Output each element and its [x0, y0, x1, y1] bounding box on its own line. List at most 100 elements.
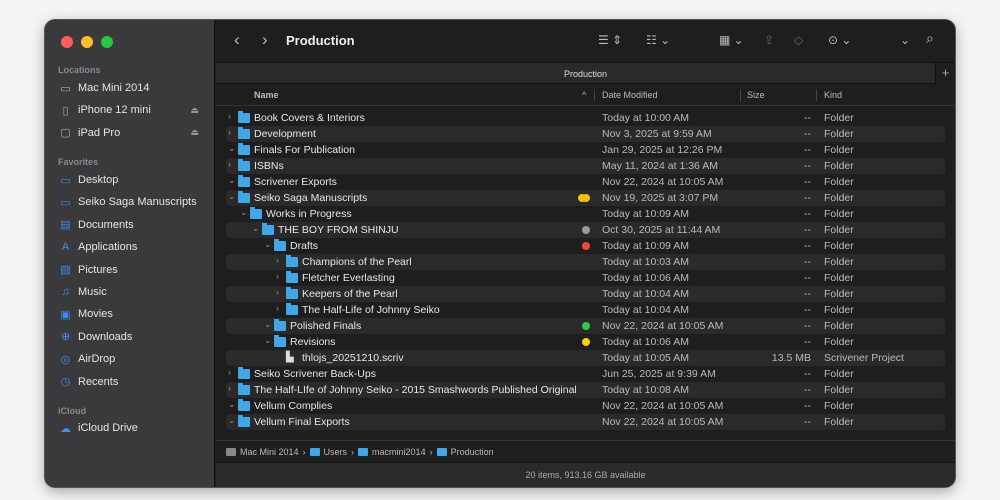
- file-row[interactable]: ⌄ Works in Progress Today at 10:09 AM -- Fol…: [226, 206, 945, 222]
- file-row[interactable]: › ISBNs May 11, 2024 at 1:36 AM -- Folder: [226, 158, 945, 174]
- file-size: --: [804, 112, 811, 124]
- file-row[interactable]: › Seiko Scrivener Back-Ups Jun 25, 2025 at…: [226, 366, 945, 382]
- sidebar-item-iphone-12-mini[interactable]: ▯ iPhone 12 mini ⏏: [59, 100, 209, 120]
- chevron-down-icon[interactable]: ⌄: [228, 191, 236, 202]
- file-row[interactable]: › Development Nov 3, 2025 at 9:59 AM -- Fold…: [226, 126, 945, 142]
- file-row[interactable]: ⌄ Vellum Final Exports Nov 22, 2024 at 10:…: [226, 414, 945, 430]
- file-row[interactable]: ⌄ Revisions Today at 10:06 AM -- Folder: [226, 334, 945, 350]
- back-button[interactable]: ‹: [234, 30, 240, 50]
- sidebar-item-applications[interactable]: A Applications: [59, 237, 209, 257]
- file-row[interactable]: ⌄ Vellum Complies Nov 22, 2024 at 10:05 AM…: [226, 398, 945, 414]
- path-item[interactable]: macmini2014: [372, 447, 426, 457]
- minimize-button[interactable]: [81, 36, 93, 48]
- file-size: --: [804, 288, 811, 300]
- file-name: Revisions: [290, 336, 336, 348]
- chevron-right-icon[interactable]: ›: [276, 255, 284, 265]
- grid-view-icon[interactable]: ▦ ⌄: [719, 33, 744, 47]
- file-row[interactable]: ⌄ Polished Finals Nov 22, 2024 at 10:05 AM…: [226, 318, 945, 334]
- file-size: --: [804, 144, 811, 156]
- file-row[interactable]: ⌄ Drafts Today at 10:09 AM -- Folder: [226, 238, 945, 254]
- file-kind: Folder: [824, 256, 854, 268]
- file-row[interactable]: › Fletcher Everlasting Today at 10:06 AM --…: [226, 270, 945, 286]
- file-row[interactable]: ▙ thlojs_20251210.scriv Today at 10:05 AM 1…: [226, 350, 945, 366]
- group-icon[interactable]: ☷ ⌄: [646, 33, 670, 47]
- sidebar-item-documents[interactable]: ▤ Documents: [59, 215, 209, 235]
- file-kind: Folder: [824, 144, 854, 156]
- file-row[interactable]: › Keepers of the Pearl Today at 10:04 AM --…: [226, 286, 945, 302]
- share-icon[interactable]: ⇪: [764, 33, 774, 47]
- file-size: --: [804, 304, 811, 316]
- new-tab-button[interactable]: +: [935, 63, 955, 85]
- date-modified: Today at 10:04 AM: [602, 288, 689, 300]
- chevron-right-icon[interactable]: ›: [228, 127, 236, 137]
- chevron-down-icon[interactable]: ⌄: [240, 207, 248, 218]
- chevron-right-icon[interactable]: ›: [276, 303, 284, 313]
- eject-icon[interactable]: ⏏: [190, 105, 199, 116]
- file-name: Scrivener Exports: [254, 176, 337, 188]
- chevron-down-icon[interactable]: ⌄: [228, 399, 236, 410]
- file-row[interactable]: ⌄ Finals For Publication Jan 29, 2025 at 1…: [226, 142, 945, 158]
- path-item[interactable]: Mac Mini 2014: [240, 447, 299, 457]
- path-item[interactable]: Production: [451, 447, 494, 457]
- file-row[interactable]: › Champions of the Pearl Today at 10:03 AM…: [226, 254, 945, 270]
- chevron-right-icon[interactable]: ›: [228, 159, 236, 169]
- chevron-down-icon[interactable]: ⌄: [228, 415, 236, 426]
- sidebar-item-mac-mini-2014[interactable]: ▭ Mac Mini 2014: [59, 78, 209, 98]
- sidebar-item-airdrop[interactable]: ◎ AirDrop: [59, 349, 209, 369]
- eject-icon[interactable]: ⏏: [190, 127, 199, 138]
- zoom-button[interactable]: [101, 36, 113, 48]
- folder-icon: [238, 383, 250, 395]
- close-button[interactable]: [61, 36, 73, 48]
- chevron-down-icon[interactable]: ⌄: [252, 223, 260, 234]
- sidebar-item-seiko-saga-manuscripts[interactable]: ▭ Seiko Saga Manuscripts: [59, 192, 209, 212]
- chevron-down-icon[interactable]: ⌄: [228, 143, 236, 154]
- sort-ascending-icon[interactable]: ^: [582, 90, 586, 100]
- file-row[interactable]: ⌄ Seiko Saga Manuscripts Nov 19, 2025 at 3…: [226, 190, 945, 206]
- chevron-down-icon[interactable]: ⌄: [228, 175, 236, 186]
- main-pane: ‹ › Production ☰ ⇕ ☷ ⌄ ▦ ⌄ ⇪ ◇ ⊙ ⌄ ⌄ ⌕ P…: [216, 20, 955, 487]
- file-row[interactable]: › The Half-Life of Johnny Seiko Today at 1…: [226, 302, 945, 318]
- date-modified: Nov 22, 2024 at 10:05 AM: [602, 320, 724, 332]
- window-title: Production: [286, 33, 355, 48]
- sidebar-item-icloud-drive[interactable]: ☁ iCloud Drive: [59, 418, 209, 438]
- chevron-down-icon[interactable]: ⌄: [264, 239, 272, 250]
- tab-production[interactable]: Production: [564, 69, 607, 79]
- chevron-right-icon[interactable]: ›: [276, 287, 284, 297]
- sidebar-item-pictures[interactable]: ▨ Pictures: [59, 260, 209, 280]
- chevron-right-icon[interactable]: ›: [228, 111, 236, 121]
- sidebar-item-label: Pictures: [78, 263, 118, 276]
- more-actions-icon[interactable]: ⊙ ⌄: [828, 33, 851, 47]
- date-modified: Today at 10:09 AM: [602, 240, 689, 252]
- chevron-right-icon[interactable]: ›: [276, 271, 284, 281]
- file-size: --: [804, 336, 811, 348]
- chevron-right-icon[interactable]: ›: [228, 383, 236, 393]
- chevron-down-icon[interactable]: ⌄: [264, 319, 272, 330]
- tag-icon[interactable]: ◇: [794, 33, 803, 47]
- chevron-down-icon[interactable]: ⌄: [900, 33, 910, 47]
- date-modified: Today at 10:08 AM: [602, 384, 689, 396]
- file-name: Book Covers & Interiors: [254, 112, 365, 124]
- sidebar-item-recents[interactable]: ◷ Recents: [59, 372, 209, 392]
- search-icon[interactable]: ⌕: [926, 30, 934, 47]
- column-date-modified[interactable]: Date Modified: [602, 90, 658, 100]
- file-row[interactable]: ⌄ Scrivener Exports Nov 22, 2024 at 10:05 …: [226, 174, 945, 190]
- forward-button[interactable]: ›: [262, 30, 268, 50]
- sidebar-item-ipad-pro[interactable]: ▢ iPad Pro ⏏: [59, 123, 209, 143]
- file-row[interactable]: › Book Covers & Interiors Today at 10:00 A…: [226, 110, 945, 126]
- column-size[interactable]: Size: [747, 90, 765, 100]
- chevron-right-icon[interactable]: ›: [228, 367, 236, 377]
- folder-icon: [309, 447, 320, 456]
- file-size: 13.5 MB: [771, 352, 811, 364]
- path-item[interactable]: Users: [324, 447, 348, 457]
- column-name[interactable]: Name: [254, 90, 279, 100]
- column-kind[interactable]: Kind: [824, 90, 842, 100]
- sidebar-item-desktop[interactable]: ▭ Desktop: [59, 170, 209, 190]
- view-options-icon[interactable]: ☰ ⇕: [598, 33, 622, 47]
- sidebar-item-movies[interactable]: ▣ Movies: [59, 304, 209, 324]
- sidebar-item-music[interactable]: ♫ Music: [59, 282, 209, 302]
- file-name: Vellum Final Exports: [254, 416, 350, 428]
- chevron-down-icon[interactable]: ⌄: [264, 335, 272, 346]
- file-row[interactable]: › The Half-LIfe of Johnny Seiko - 2015 Sm…: [226, 382, 945, 398]
- sidebar-item-downloads[interactable]: ⊕ Downloads: [59, 327, 209, 347]
- file-row[interactable]: ⌄ THE BOY FROM SHINJU Oct 30, 2025 at 11:4…: [226, 222, 945, 238]
